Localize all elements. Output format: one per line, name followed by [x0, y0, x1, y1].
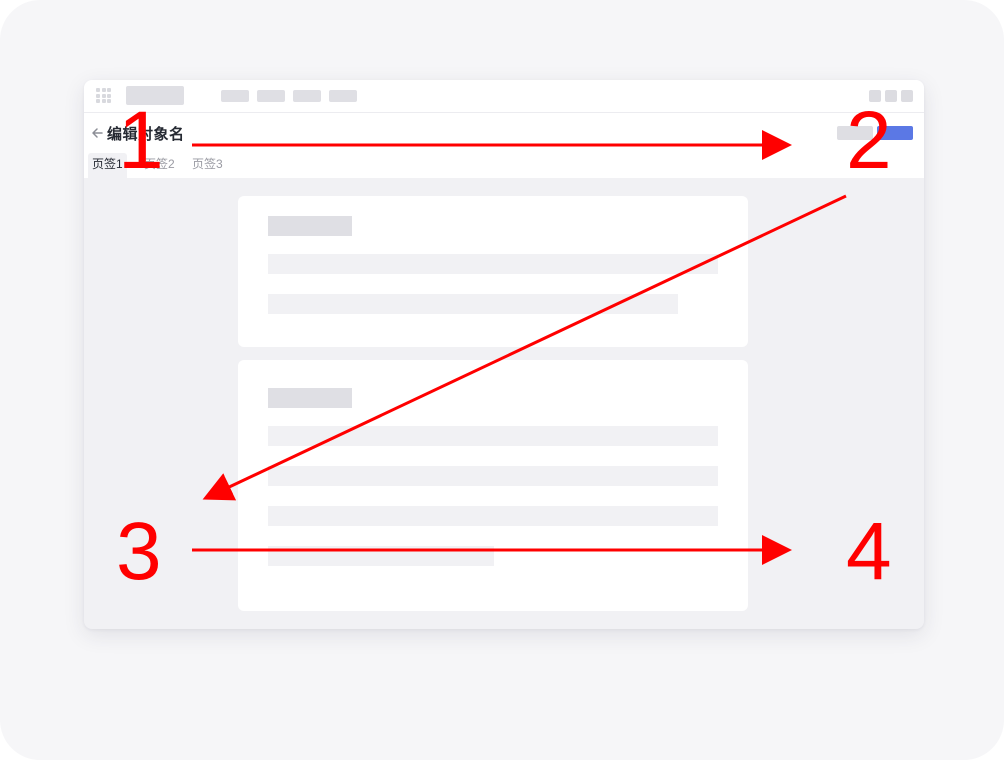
field-placeholder — [268, 506, 718, 526]
card-title-placeholder — [268, 216, 352, 236]
logo-placeholder — [126, 86, 184, 105]
form-card — [238, 360, 748, 611]
card-title-placeholder — [268, 388, 352, 408]
field-placeholder — [268, 466, 718, 486]
form-card — [238, 196, 748, 347]
page-header: 编辑对象名 页签1 页签2 页签3 — [84, 113, 924, 178]
field-placeholder — [268, 546, 494, 566]
nav-item-placeholder[interactable] — [257, 90, 285, 102]
window-control-placeholder[interactable] — [885, 90, 897, 102]
window-control-placeholder[interactable] — [869, 90, 881, 102]
nav-item-placeholder[interactable] — [293, 90, 321, 102]
field-placeholder — [268, 426, 718, 446]
window-control-placeholder[interactable] — [901, 90, 913, 102]
tab-2[interactable]: 页签2 — [140, 153, 179, 178]
grid-icon[interactable] — [96, 88, 111, 103]
top-bar — [84, 80, 924, 113]
secondary-button-placeholder[interactable] — [837, 126, 873, 140]
arrow-left-icon[interactable] — [90, 126, 104, 140]
tab-1[interactable]: 页签1 — [88, 153, 127, 178]
nav-item-placeholder[interactable] — [329, 90, 357, 102]
tab-3[interactable]: 页签3 — [188, 153, 227, 178]
page-title: 编辑对象名 — [107, 126, 185, 143]
field-placeholder — [268, 254, 718, 274]
field-placeholder — [268, 294, 678, 314]
primary-button-placeholder[interactable] — [877, 126, 913, 140]
app-window-mockup: 编辑对象名 页签1 页签2 页签3 — [84, 80, 924, 629]
nav-item-placeholder[interactable] — [221, 90, 249, 102]
illustration-canvas: 编辑对象名 页签1 页签2 页签3 1 2 3 4 — [0, 0, 1004, 760]
